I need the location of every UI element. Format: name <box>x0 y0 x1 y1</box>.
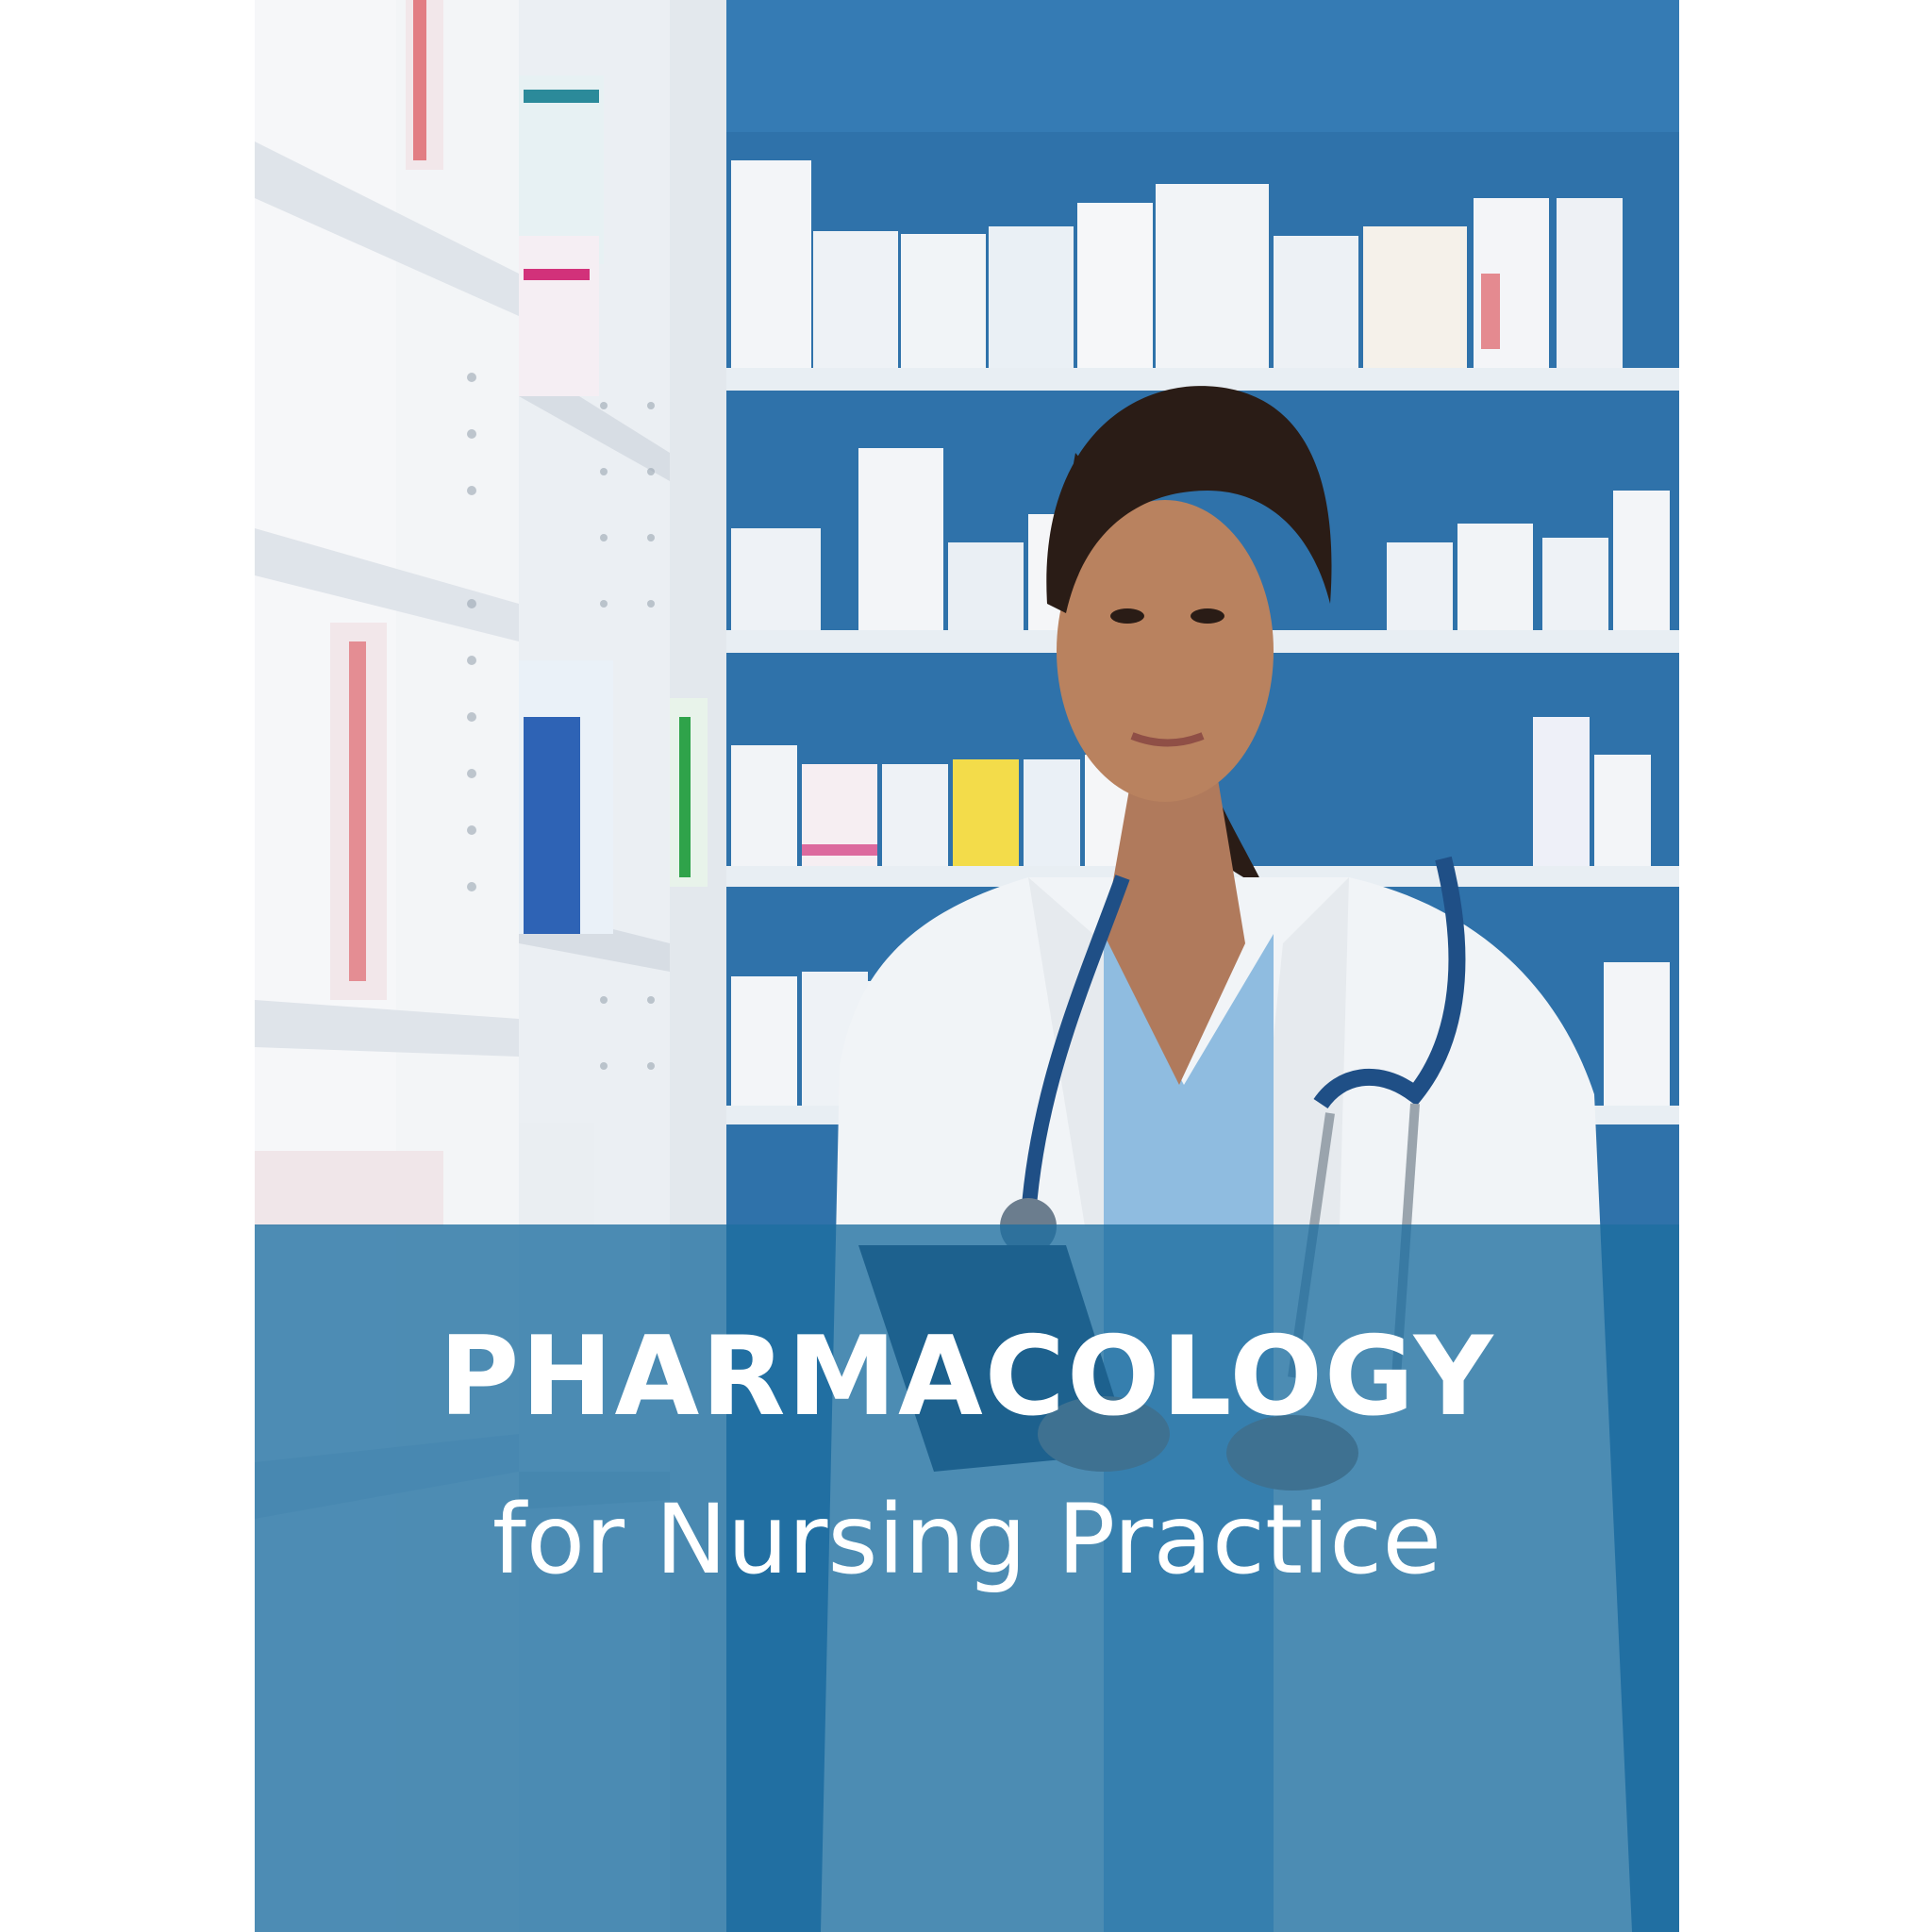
title-block: PHARMACOLOGY for Nursing Practice <box>255 1316 1679 1597</box>
book-cover: PHARMACOLOGY for Nursing Practice <box>255 0 1679 1932</box>
cover-subtitle: for Nursing Practice <box>491 1484 1442 1596</box>
cover-title: PHARMACOLOGY <box>439 1313 1495 1441</box>
